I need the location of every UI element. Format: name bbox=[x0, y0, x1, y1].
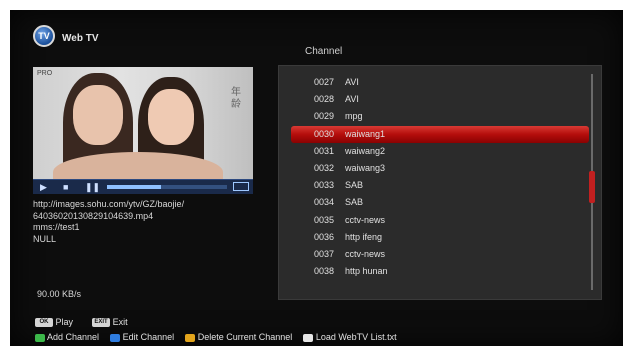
stop-icon[interactable]: ■ bbox=[63, 182, 68, 192]
add-channel-button[interactable]: Add Channel bbox=[47, 332, 99, 342]
delete-channel-button[interactable]: Delete Current Channel bbox=[198, 332, 293, 342]
blue-key-icon bbox=[110, 333, 121, 342]
preview-face-right bbox=[148, 89, 194, 145]
channel-heading: Channel bbox=[305, 46, 343, 57]
channel-row[interactable]: 0029 mpg bbox=[279, 108, 589, 125]
channel-number: 0032 bbox=[314, 163, 335, 173]
preview-face-left bbox=[73, 85, 123, 145]
channel-name: SAB bbox=[345, 197, 364, 208]
channel-number: 0037 bbox=[314, 249, 335, 259]
green-key-icon bbox=[35, 333, 45, 342]
channel-row[interactable]: 0037 cctv-news bbox=[279, 246, 589, 263]
channel-row[interactable]: 0033 SAB bbox=[279, 177, 589, 194]
play-icon[interactable]: ▶ bbox=[40, 182, 47, 192]
fullscreen-icon[interactable] bbox=[233, 182, 249, 191]
progress-bar[interactable] bbox=[107, 185, 227, 189]
channel-name: http ifeng bbox=[345, 231, 383, 242]
channel-number: 0036 bbox=[314, 231, 335, 242]
scrollbar-thumb[interactable] bbox=[589, 171, 595, 203]
channel-row[interactable]: 0030 waiwang1 bbox=[291, 125, 589, 143]
channel-row[interactable]: 0036 http ifeng bbox=[279, 229, 589, 246]
ok-key-icon: OK bbox=[35, 318, 53, 328]
channel-name: mpg bbox=[345, 111, 363, 122]
channel-row[interactable]: 0035 cctv-news bbox=[279, 212, 589, 229]
channel-number: 0038 bbox=[314, 266, 335, 277]
channel-row[interactable]: 0028 AVI bbox=[279, 91, 589, 108]
white-key-icon bbox=[303, 333, 314, 342]
footer-row-1: OK Play EXIT Exit bbox=[35, 317, 128, 328]
channel-number: 0027 bbox=[314, 77, 335, 87]
stream-url-line2: 640360201308291046​39.mp4 bbox=[33, 210, 154, 221]
channel-name: waiwang2 bbox=[345, 145, 386, 156]
ok-play-label[interactable]: Play bbox=[56, 317, 74, 327]
channel-row[interactable]: 0027 AVI bbox=[279, 74, 589, 91]
channel-name: AVI bbox=[345, 77, 359, 87]
edit-channel-button[interactable]: Edit Channel bbox=[123, 332, 175, 342]
channel-number: 0035 bbox=[314, 214, 335, 225]
channel-row[interactable]: 0038 http hunan bbox=[279, 263, 589, 280]
preview-corner-logo: PRO bbox=[37, 70, 53, 77]
channel-list: 0027 AVI 0028 AVI 0029 mpg 0030 waiwang1 0031 wai… bbox=[278, 65, 602, 300]
channel-number: 0034 bbox=[314, 197, 335, 208]
webtv-logo-icon: TV bbox=[33, 25, 55, 47]
exit-label[interactable]: Exit bbox=[113, 317, 128, 327]
exit-key-icon: EXIT bbox=[92, 318, 111, 328]
page-title: Web TV bbox=[62, 33, 99, 44]
channel-name: AVI bbox=[345, 94, 359, 105]
load-list-button[interactable]: Load WebTV List.txt bbox=[316, 332, 397, 342]
channel-name: waiwang3 bbox=[345, 163, 386, 173]
channel-number: 0031 bbox=[314, 145, 335, 156]
preview-side-text: 年龄 bbox=[231, 87, 241, 110]
channel-name: cctv-news bbox=[345, 249, 386, 259]
pause-icon[interactable]: ❚❚ bbox=[85, 182, 100, 192]
stream-url-line1: http://images.sohu.com/ytv/GZ/baojie/ bbox=[33, 199, 185, 209]
stream-url-line3: mms://test1 bbox=[33, 222, 80, 232]
channel-number: 0030 bbox=[314, 128, 335, 139]
stream-info: http://images.sohu.com/ytv/GZ/baojie/ 64… bbox=[33, 199, 184, 245]
channel-row[interactable]: 0031 waiwang2 bbox=[279, 143, 589, 160]
player-controls: ▶ ■ ❚❚ bbox=[33, 179, 253, 194]
channel-row[interactable]: 0032 waiwang3 bbox=[279, 160, 589, 177]
channel-name: SAB bbox=[345, 180, 364, 191]
progress-fill bbox=[107, 185, 161, 189]
video-preview[interactable]: PRO 年龄 bbox=[33, 67, 253, 179]
stream-url-line4: NULL bbox=[33, 233, 57, 244]
channel-name: http hunan bbox=[345, 266, 388, 277]
channel-number: 0033 bbox=[314, 180, 335, 191]
footer-row-2: Add Channel Edit Channel Delete Current … bbox=[35, 332, 397, 342]
channel-number: 0028 bbox=[314, 94, 335, 105]
channel-name: cctv-news bbox=[345, 214, 386, 225]
download-speed: 90.00 KB/s bbox=[37, 289, 82, 299]
yellow-key-icon bbox=[185, 333, 196, 342]
channel-name: waiwang1 bbox=[345, 128, 386, 139]
channel-number: 0029 bbox=[314, 111, 335, 122]
channel-row[interactable]: 0034 SAB bbox=[279, 194, 589, 211]
